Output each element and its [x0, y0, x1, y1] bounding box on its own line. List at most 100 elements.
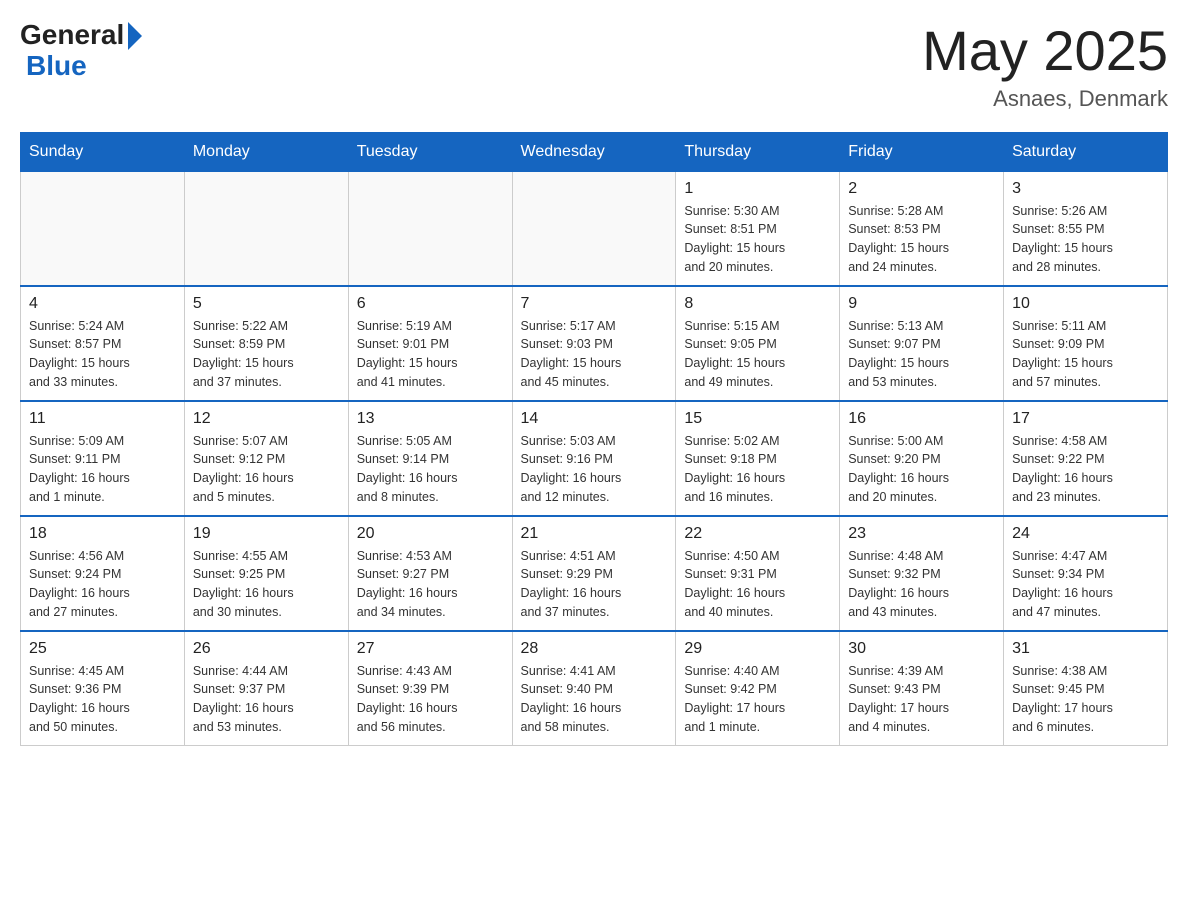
calendar-cell: 18 Sunrise: 4:56 AM Sunset: 9:24 PM Dayli… [21, 516, 185, 631]
calendar-week-4: 18 Sunrise: 4:56 AM Sunset: 9:24 PM Dayli… [21, 516, 1168, 631]
day-number: 15 [684, 410, 831, 428]
day-number: 5 [193, 295, 340, 313]
month-title: May 2025 [922, 20, 1168, 82]
logo-blue-text: Blue [26, 50, 87, 82]
weekday-header-thursday: Thursday [676, 132, 840, 171]
day-number: 19 [193, 525, 340, 543]
day-info: Sunrise: 4:40 AM Sunset: 9:42 PM Dayligh… [684, 662, 831, 737]
day-info: Sunrise: 5:02 AM Sunset: 9:18 PM Dayligh… [684, 432, 831, 507]
calendar-cell: 6Sunrise: 5:19 AM Sunset: 9:01 PM Daylig… [348, 286, 512, 401]
calendar-cell: 20 Sunrise: 4:53 AM Sunset: 9:27 PM Dayli… [348, 516, 512, 631]
calendar-week-2: 4 Sunrise: 5:24 AM Sunset: 8:57 PM Daylig… [21, 286, 1168, 401]
day-info: Sunrise: 4:44 AM Sunset: 9:37 PM Dayligh… [193, 662, 340, 737]
day-number: 14 [521, 410, 668, 428]
calendar-week-1: 1 Sunrise: 5:30 AM Sunset: 8:51 PM Daylig… [21, 171, 1168, 286]
calendar-cell [21, 171, 185, 286]
calendar-cell: 11 Sunrise: 5:09 AM Sunset: 9:11 PM Dayli… [21, 401, 185, 516]
calendar-cell: 9 Sunrise: 5:13 AM Sunset: 9:07 PM Daylig… [840, 286, 1004, 401]
day-number: 31 [1012, 640, 1159, 658]
day-number: 3 [1012, 180, 1159, 198]
page-header: General Blue May 2025 Asnaes, Denmark [20, 20, 1168, 112]
calendar-cell: 22 Sunrise: 4:50 AM Sunset: 9:31 PM Dayli… [676, 516, 840, 631]
day-info: Sunrise: 4:55 AM Sunset: 9:25 PM Dayligh… [193, 547, 340, 622]
calendar-cell [512, 171, 676, 286]
calendar-cell: 21Sunrise: 4:51 AM Sunset: 9:29 PM Dayli… [512, 516, 676, 631]
title-block: May 2025 Asnaes, Denmark [922, 20, 1168, 112]
day-info: Sunrise: 4:45 AM Sunset: 9:36 PM Dayligh… [29, 662, 176, 737]
day-info: Sunrise: 4:53 AM Sunset: 9:27 PM Dayligh… [357, 547, 504, 622]
day-number: 10 [1012, 295, 1159, 313]
day-info: Sunrise: 4:50 AM Sunset: 9:31 PM Dayligh… [684, 547, 831, 622]
day-number: 1 [684, 180, 831, 198]
location-label: Asnaes, Denmark [922, 86, 1168, 112]
calendar-cell: 16 Sunrise: 5:00 AM Sunset: 9:20 PM Dayli… [840, 401, 1004, 516]
day-info: Sunrise: 4:39 AM Sunset: 9:43 PM Dayligh… [848, 662, 995, 737]
day-number: 4 [29, 295, 176, 313]
logo: General Blue [20, 20, 142, 82]
calendar-cell: 3Sunrise: 5:26 AM Sunset: 8:55 PM Daylig… [1004, 171, 1168, 286]
day-number: 6 [357, 295, 504, 313]
day-number: 20 [357, 525, 504, 543]
calendar-cell: 26 Sunrise: 4:44 AM Sunset: 9:37 PM Dayli… [184, 631, 348, 746]
weekday-header-saturday: Saturday [1004, 132, 1168, 171]
day-info: Sunrise: 5:24 AM Sunset: 8:57 PM Dayligh… [29, 317, 176, 392]
day-info: Sunrise: 4:47 AM Sunset: 9:34 PM Dayligh… [1012, 547, 1159, 622]
day-info: Sunrise: 4:56 AM Sunset: 9:24 PM Dayligh… [29, 547, 176, 622]
day-info: Sunrise: 5:17 AM Sunset: 9:03 PM Dayligh… [521, 317, 668, 392]
calendar-cell: 30Sunrise: 4:39 AM Sunset: 9:43 PM Dayli… [840, 631, 1004, 746]
day-number: 17 [1012, 410, 1159, 428]
day-number: 2 [848, 180, 995, 198]
day-number: 16 [848, 410, 995, 428]
day-info: Sunrise: 5:03 AM Sunset: 9:16 PM Dayligh… [521, 432, 668, 507]
calendar-cell: 23Sunrise: 4:48 AM Sunset: 9:32 PM Dayli… [840, 516, 1004, 631]
logo-general-text: General [20, 21, 124, 49]
weekday-header-wednesday: Wednesday [512, 132, 676, 171]
day-number: 9 [848, 295, 995, 313]
day-number: 7 [521, 295, 668, 313]
day-info: Sunrise: 5:13 AM Sunset: 9:07 PM Dayligh… [848, 317, 995, 392]
calendar-cell: 31 Sunrise: 4:38 AM Sunset: 9:45 PM Dayli… [1004, 631, 1168, 746]
calendar-cell: 1 Sunrise: 5:30 AM Sunset: 8:51 PM Daylig… [676, 171, 840, 286]
day-number: 13 [357, 410, 504, 428]
weekday-header-row: SundayMondayTuesdayWednesdayThursdayFrid… [21, 132, 1168, 171]
day-number: 28 [521, 640, 668, 658]
calendar-cell: 25 Sunrise: 4:45 AM Sunset: 9:36 PM Dayli… [21, 631, 185, 746]
day-number: 27 [357, 640, 504, 658]
day-info: Sunrise: 4:48 AM Sunset: 9:32 PM Dayligh… [848, 547, 995, 622]
day-number: 11 [29, 410, 176, 428]
calendar-cell: 7 Sunrise: 5:17 AM Sunset: 9:03 PM Daylig… [512, 286, 676, 401]
calendar-cell: 29Sunrise: 4:40 AM Sunset: 9:42 PM Dayli… [676, 631, 840, 746]
day-info: Sunrise: 5:05 AM Sunset: 9:14 PM Dayligh… [357, 432, 504, 507]
calendar-cell: 28 Sunrise: 4:41 AM Sunset: 9:40 PM Dayli… [512, 631, 676, 746]
day-info: Sunrise: 4:51 AM Sunset: 9:29 PM Dayligh… [521, 547, 668, 622]
day-info: Sunrise: 5:09 AM Sunset: 9:11 PM Dayligh… [29, 432, 176, 507]
calendar-week-5: 25 Sunrise: 4:45 AM Sunset: 9:36 PM Dayli… [21, 631, 1168, 746]
day-info: Sunrise: 5:22 AM Sunset: 8:59 PM Dayligh… [193, 317, 340, 392]
day-info: Sunrise: 4:41 AM Sunset: 9:40 PM Dayligh… [521, 662, 668, 737]
day-number: 18 [29, 525, 176, 543]
day-number: 25 [29, 640, 176, 658]
calendar-cell: 24 Sunrise: 4:47 AM Sunset: 9:34 PM Dayli… [1004, 516, 1168, 631]
calendar-cell: 8 Sunrise: 5:15 AM Sunset: 9:05 PM Daylig… [676, 286, 840, 401]
calendar-cell: 19 Sunrise: 4:55 AM Sunset: 9:25 PM Dayli… [184, 516, 348, 631]
day-number: 26 [193, 640, 340, 658]
calendar-cell: 17Sunrise: 4:58 AM Sunset: 9:22 PM Dayli… [1004, 401, 1168, 516]
calendar-cell: 15 Sunrise: 5:02 AM Sunset: 9:18 PM Dayli… [676, 401, 840, 516]
day-number: 8 [684, 295, 831, 313]
day-number: 24 [1012, 525, 1159, 543]
day-info: Sunrise: 5:28 AM Sunset: 8:53 PM Dayligh… [848, 202, 995, 277]
day-info: Sunrise: 5:07 AM Sunset: 9:12 PM Dayligh… [193, 432, 340, 507]
weekday-header-friday: Friday [840, 132, 1004, 171]
weekday-header-sunday: Sunday [21, 132, 185, 171]
calendar-cell: 4 Sunrise: 5:24 AM Sunset: 8:57 PM Daylig… [21, 286, 185, 401]
calendar-cell: 14 Sunrise: 5:03 AM Sunset: 9:16 PM Dayli… [512, 401, 676, 516]
logo-triangle-icon [128, 22, 142, 50]
calendar-cell: 13 Sunrise: 5:05 AM Sunset: 9:14 PM Dayli… [348, 401, 512, 516]
calendar-cell: 5 Sunrise: 5:22 AM Sunset: 8:59 PM Daylig… [184, 286, 348, 401]
day-info: Sunrise: 5:00 AM Sunset: 9:20 PM Dayligh… [848, 432, 995, 507]
day-info: Sunrise: 5:30 AM Sunset: 8:51 PM Dayligh… [684, 202, 831, 277]
calendar-cell [348, 171, 512, 286]
day-info: Sunrise: 4:38 AM Sunset: 9:45 PM Dayligh… [1012, 662, 1159, 737]
day-info: Sunrise: 5:15 AM Sunset: 9:05 PM Dayligh… [684, 317, 831, 392]
day-number: 22 [684, 525, 831, 543]
